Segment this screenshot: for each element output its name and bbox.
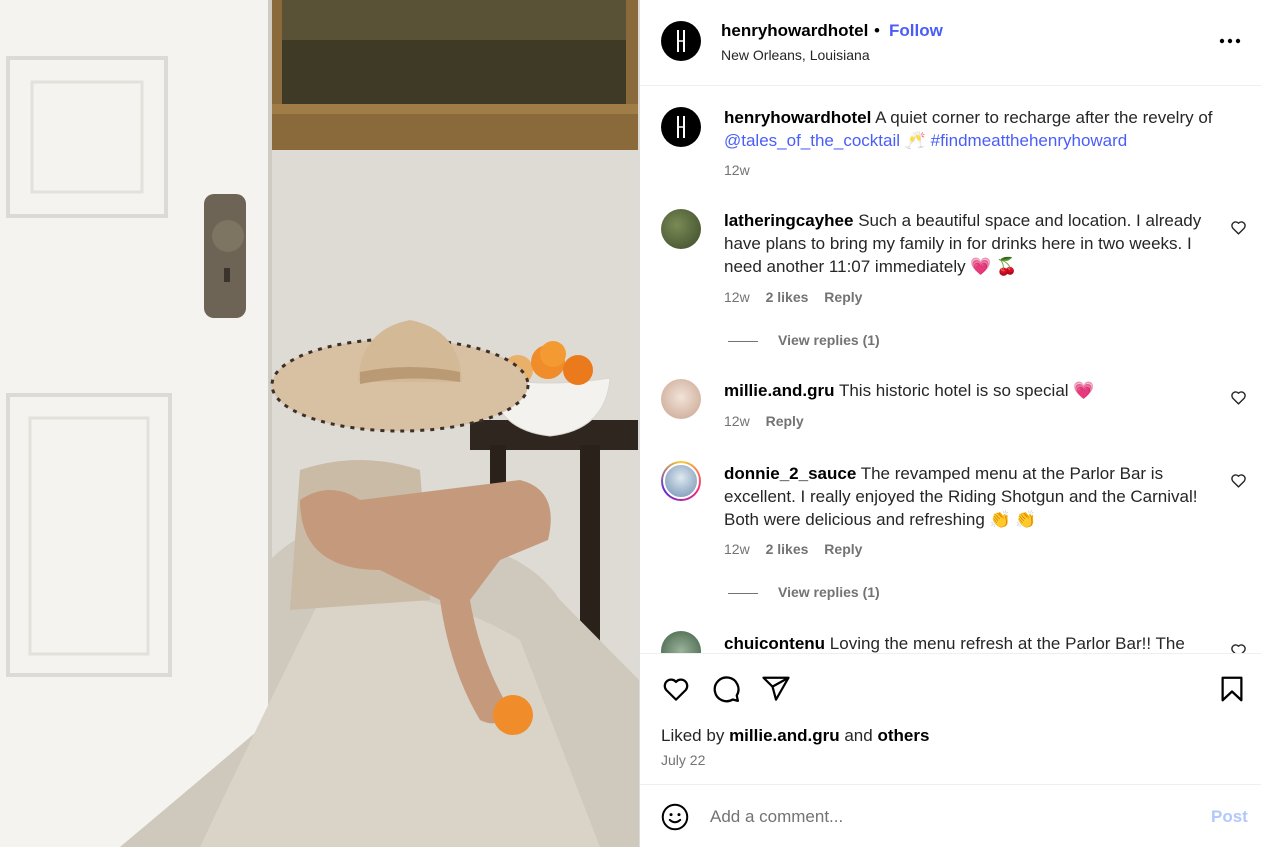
comment-likes[interactable]: 2 likes bbox=[766, 541, 809, 557]
caption: henryhowardhotel A quiet corner to recha… bbox=[640, 107, 1261, 187]
post-header: henryhowardhotel • Follow New Orleans, L… bbox=[640, 0, 1261, 86]
view-replies-button[interactable]: View replies (1) bbox=[728, 584, 880, 600]
commenter-avatar bbox=[663, 463, 699, 499]
comment-body: This historic hotel is so special 💗 bbox=[838, 381, 1095, 400]
comment-reply-button[interactable]: Reply bbox=[824, 541, 862, 557]
comment-age[interactable]: 12w bbox=[724, 289, 750, 305]
post-actions: Liked by millie.and.gru and others July … bbox=[640, 653, 1261, 785]
comment-item: latheringcayhee Such a beautiful space a… bbox=[640, 208, 1261, 348]
replies-divider-line bbox=[728, 340, 758, 342]
follow-button[interactable]: Follow bbox=[889, 21, 943, 41]
brand-logo-icon bbox=[677, 30, 685, 52]
comment-meta: 12w 2 likes Reply bbox=[724, 289, 874, 305]
liked-by-text: Liked by millie.and.gru and others bbox=[661, 726, 929, 746]
comment-text: donnie_2_sauce The revamped menu at the … bbox=[724, 462, 1224, 531]
comment-likes[interactable]: 2 likes bbox=[766, 289, 809, 305]
caption-avatar[interactable] bbox=[661, 107, 701, 147]
commenter-avatar[interactable] bbox=[661, 631, 701, 653]
comment-text: millie.and.gru This historic hotel is so… bbox=[724, 379, 1224, 402]
commenter-avatar-story-ring[interactable] bbox=[661, 461, 701, 501]
caption-mention-link[interactable]: @tales_of_the_cocktail bbox=[724, 131, 900, 150]
commenter-avatar[interactable] bbox=[661, 379, 701, 419]
post-photo[interactable] bbox=[0, 0, 639, 847]
comment-like-heart-icon[interactable] bbox=[1230, 219, 1247, 236]
separator-dot: • bbox=[874, 21, 880, 40]
comment-body: Loving the menu refresh at the Parlor Ba… bbox=[829, 634, 1185, 653]
profile-avatar[interactable] bbox=[661, 21, 701, 61]
share-icon[interactable] bbox=[761, 674, 791, 704]
comment-reply-button[interactable]: Reply bbox=[766, 413, 804, 429]
heart-icon[interactable] bbox=[661, 674, 691, 704]
brand-logo-icon bbox=[677, 116, 685, 138]
post-username[interactable]: henryhowardhotel bbox=[721, 21, 868, 41]
caption-hashtag-link[interactable]: #findmeatthehenryhoward bbox=[931, 131, 1128, 150]
view-replies-label: View replies (1) bbox=[778, 584, 880, 600]
comment-age[interactable]: 12w bbox=[724, 541, 750, 557]
caption-text: henryhowardhotel A quiet corner to recha… bbox=[724, 106, 1224, 152]
bookmark-icon[interactable] bbox=[1217, 674, 1247, 704]
replies-divider-line bbox=[728, 592, 758, 594]
post-date[interactable]: July 22 bbox=[661, 752, 705, 768]
comment-text: chuicontenu Loving the menu refresh at t… bbox=[724, 632, 1224, 653]
comment-reply-button[interactable]: Reply bbox=[824, 289, 862, 305]
caption-username[interactable]: henryhowardhotel bbox=[724, 108, 871, 127]
comment-username[interactable]: latheringcayhee bbox=[724, 211, 853, 230]
add-comment-bar: Post bbox=[640, 786, 1261, 847]
caption-emoji: 🥂 bbox=[904, 131, 926, 150]
comment-item: chuicontenu Loving the menu refresh at t… bbox=[640, 631, 1261, 653]
caption-meta: 12w bbox=[724, 162, 762, 178]
comment-text: latheringcayhee Such a beautiful space a… bbox=[724, 209, 1224, 278]
comment-icon[interactable] bbox=[711, 674, 741, 704]
comment-username[interactable]: donnie_2_sauce bbox=[724, 464, 856, 483]
post-image bbox=[0, 0, 639, 847]
comment-item: donnie_2_sauce The revamped menu at the … bbox=[640, 461, 1261, 601]
liked-by-others[interactable]: others bbox=[877, 726, 929, 745]
caption-body: A quiet corner to recharge after the rev… bbox=[875, 108, 1213, 127]
liked-by-prefix: Liked by bbox=[661, 726, 725, 745]
comment-item: millie.and.gru This historic hotel is so… bbox=[640, 379, 1261, 439]
smiley-icon[interactable] bbox=[661, 803, 689, 831]
comment-username[interactable]: chuicontenu bbox=[724, 634, 825, 653]
commenter-avatar[interactable] bbox=[661, 209, 701, 249]
more-horizontal-icon[interactable] bbox=[1217, 28, 1243, 54]
comment-age[interactable]: 12w bbox=[724, 413, 750, 429]
comment-like-heart-icon[interactable] bbox=[1230, 389, 1247, 406]
view-replies-button[interactable]: View replies (1) bbox=[728, 332, 880, 348]
post-detail-panel: henryhowardhotel • Follow New Orleans, L… bbox=[639, 0, 1261, 847]
comment-like-heart-icon[interactable] bbox=[1230, 472, 1247, 489]
comment-meta: 12w Reply bbox=[724, 413, 816, 429]
comments-list[interactable]: henryhowardhotel A quiet corner to recha… bbox=[640, 87, 1261, 653]
comment-meta: 12w 2 likes Reply bbox=[724, 541, 874, 557]
liked-by-user[interactable]: millie.and.gru bbox=[729, 726, 840, 745]
comment-username[interactable]: millie.and.gru bbox=[724, 381, 835, 400]
view-replies-label: View replies (1) bbox=[778, 332, 880, 348]
comment-input[interactable] bbox=[710, 803, 1150, 831]
post-location[interactable]: New Orleans, Louisiana bbox=[721, 47, 870, 63]
caption-age[interactable]: 12w bbox=[724, 162, 750, 178]
liked-by-and: and bbox=[844, 726, 873, 745]
post-comment-button[interactable]: Post bbox=[1211, 807, 1248, 827]
comment-like-heart-icon[interactable] bbox=[1230, 642, 1247, 653]
